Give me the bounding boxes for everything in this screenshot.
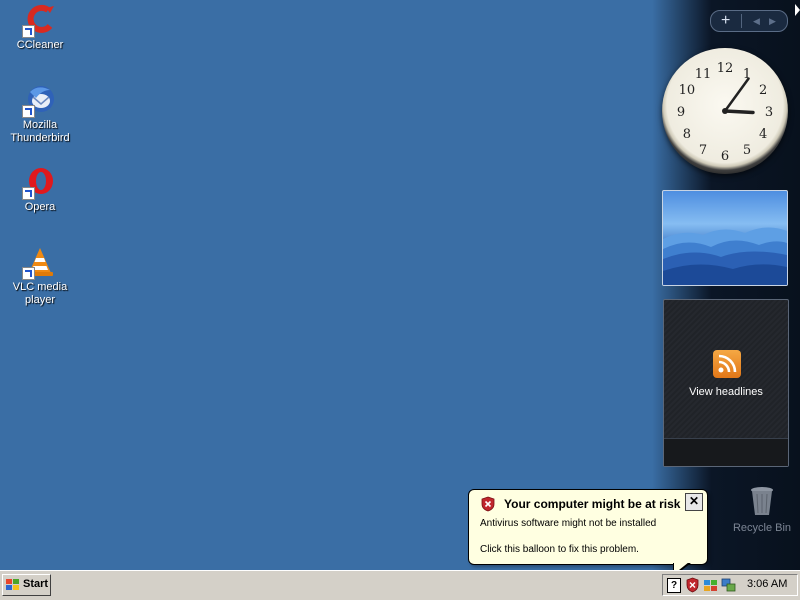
slideshow-gadget[interactable] [662,190,788,286]
balloon-title: Your computer might be at risk [504,497,681,511]
vlc-icon [22,246,56,280]
clock-numeral: 7 [699,143,707,158]
balloon-action-text[interactable]: Click this balloon to fix this problem. [480,544,639,555]
security-center-tray-icon[interactable] [685,577,700,593]
clock-numeral: 8 [683,127,691,142]
desktop-icon-vlc[interactable]: VLC media player [0,246,80,307]
windows-logo-icon [6,579,20,591]
opera-icon [22,166,56,200]
clock-numeral: 11 [695,67,712,82]
rss-icon [713,350,741,378]
ccleaner-icon [22,4,56,38]
recycle-bin-icon [749,485,775,517]
desktop-icon-recycle-bin[interactable]: Recycle Bin [722,485,800,534]
desktop-icon-label: Opera [24,201,56,213]
desktop-icon-label: VLC media player [12,281,68,306]
recycle-bin-label: Recycle Bin [732,522,792,534]
start-label: Start [23,578,49,590]
tray-clock[interactable]: 3:06 AM [747,578,787,590]
desktop-icon-ccleaner[interactable]: CCleaner [0,4,80,52]
prev-gadget-button[interactable]: ◀ [753,12,760,30]
desktop-icon-opera[interactable]: Opera [0,166,80,214]
security-balloon-notification[interactable]: Your computer might be at risk ✕ Antivir… [468,489,708,577]
balloon-message: Antivirus software might not be installe… [480,518,657,529]
thunderbird-icon [22,84,56,118]
clock-numeral: 2 [759,83,767,98]
clock-numeral: 3 [765,105,773,120]
security-shield-icon [480,496,496,512]
mountain-landscape-image [663,227,787,285]
clock-numeral: 6 [721,149,729,164]
feed-bottom-bar [664,438,788,466]
clock-numeral: 4 [759,127,767,142]
desktop-icon-label: Mozilla Thunderbird [10,119,70,144]
help-icon[interactable]: ? [667,578,681,593]
desktop-icon-thunderbird[interactable]: Mozilla Thunderbird [0,84,80,145]
clock-numeral: 5 [743,143,751,158]
desktop-icon-label: CCleaner [16,39,64,51]
sidebar-edge-arrow-icon [795,4,800,16]
view-headlines-label[interactable]: View headlines [664,386,788,398]
next-gadget-button[interactable]: ▶ [769,12,776,30]
clock-numeral: 9 [677,105,685,120]
feed-headlines-gadget[interactable]: View headlines [663,299,789,467]
clock-face: 12 1234567891011 [677,61,773,164]
add-gadget-button[interactable]: + [721,11,730,30]
clock-gadget[interactable]: 12 1 2 3 4 5 6 7 8 9 10 11 [662,48,788,174]
balloon-close-button[interactable]: ✕ [685,493,703,511]
clock-numeral: 12 [717,61,734,76]
clock-numeral: 10 [679,83,696,98]
sidebar-controls: + ◀ ▶ [710,10,788,32]
taskbar: Start ? 3:06 AM [0,570,800,600]
windows-update-icon[interactable] [703,578,718,592]
network-icon[interactable] [721,578,736,592]
start-button[interactable]: Start [2,574,51,596]
system-tray: ? 3:06 AM [662,574,798,596]
